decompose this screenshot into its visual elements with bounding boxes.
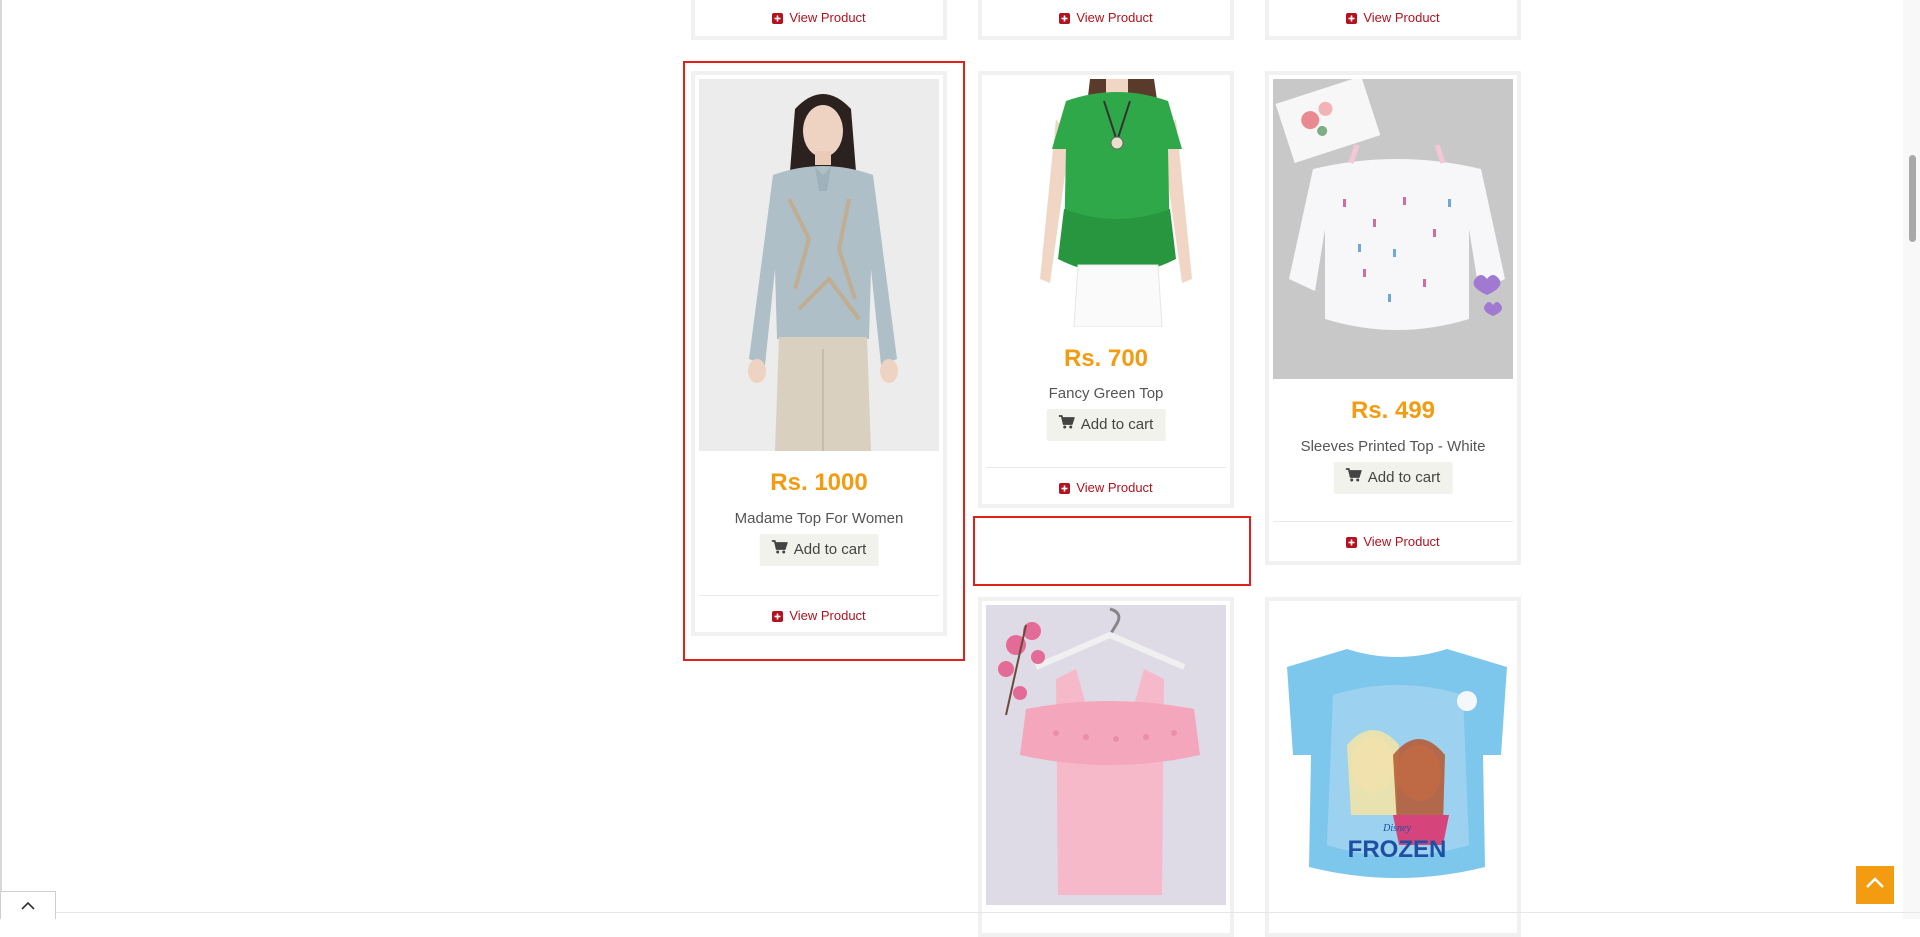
frozen-logo-text: FROZEN: [1348, 836, 1447, 863]
add-to-cart-button[interactable]: Add to cart: [1046, 409, 1166, 441]
product-name[interactable]: Fancy Green Top: [982, 385, 1230, 402]
add-to-cart-button[interactable]: Add to cart: [1333, 462, 1453, 494]
product-card-top-2: View Product: [978, 0, 1234, 40]
product-card-top-3: View Product: [1265, 0, 1521, 40]
view-product-label: View Product: [1076, 10, 1153, 25]
plus-square-icon: [1059, 12, 1071, 27]
view-product-label: View Product: [1363, 534, 1440, 549]
chevron-up-icon: [1865, 876, 1885, 894]
product-image[interactable]: [986, 79, 1226, 327]
product-name[interactable]: Sleeves Printed Top - White: [1269, 438, 1517, 455]
product-card-white-top: Rs. 499 Sleeves Printed Top - White Add …: [1265, 71, 1521, 565]
product-price: Rs. 700: [1063, 345, 1149, 372]
plus-square-icon: [1346, 12, 1358, 27]
scrollbar-thumb[interactable]: [1909, 155, 1916, 242]
add-to-cart-label: Add to cart: [1367, 469, 1441, 486]
view-product-label: View Product: [1363, 10, 1440, 25]
plus-square-icon: [1346, 536, 1358, 551]
product-card-green-top: Rs. 700 Fancy Green Top Add to cart View…: [978, 71, 1234, 508]
view-product-label: View Product: [1076, 480, 1153, 495]
view-product-link[interactable]: View Product: [982, 480, 1230, 497]
product-card-pink-top: [978, 597, 1234, 937]
product-image[interactable]: [986, 605, 1226, 905]
card-divider: [1273, 521, 1513, 522]
vertical-scrollbar[interactable]: [1903, 0, 1920, 919]
card-divider: [986, 467, 1226, 468]
view-product-label: View Product: [789, 10, 866, 25]
shopping-cart-icon: [1058, 409, 1075, 441]
bottom-panel-toggle[interactable]: [0, 891, 56, 919]
bottom-border-line: [56, 912, 1920, 913]
disney-logo-text: Disney: [1382, 823, 1411, 834]
page-left-edge: [0, 0, 2, 919]
plus-square-icon: [772, 12, 784, 27]
product-card-frozen-tee: FROZEN Disney: [1265, 597, 1521, 937]
chevron-up-icon: [21, 897, 35, 915]
plus-square-icon: [1059, 482, 1071, 497]
product-image[interactable]: FROZEN Disney: [1273, 605, 1513, 905]
view-product-link[interactable]: View Product: [695, 10, 943, 27]
view-product-link[interactable]: View Product: [982, 10, 1230, 27]
view-product-link[interactable]: View Product: [1269, 534, 1517, 551]
highlight-box-empty-area: [973, 516, 1251, 586]
product-price: Rs. 499: [1350, 397, 1436, 424]
product-image[interactable]: [1273, 79, 1513, 379]
add-to-cart-label: Add to cart: [1080, 416, 1154, 433]
product-card-top-1: View Product: [691, 0, 947, 40]
view-product-link[interactable]: View Product: [1269, 10, 1517, 27]
scroll-to-top-button[interactable]: [1856, 866, 1894, 904]
shopping-cart-icon: [1345, 462, 1362, 494]
highlight-box-product-card: [683, 61, 965, 661]
